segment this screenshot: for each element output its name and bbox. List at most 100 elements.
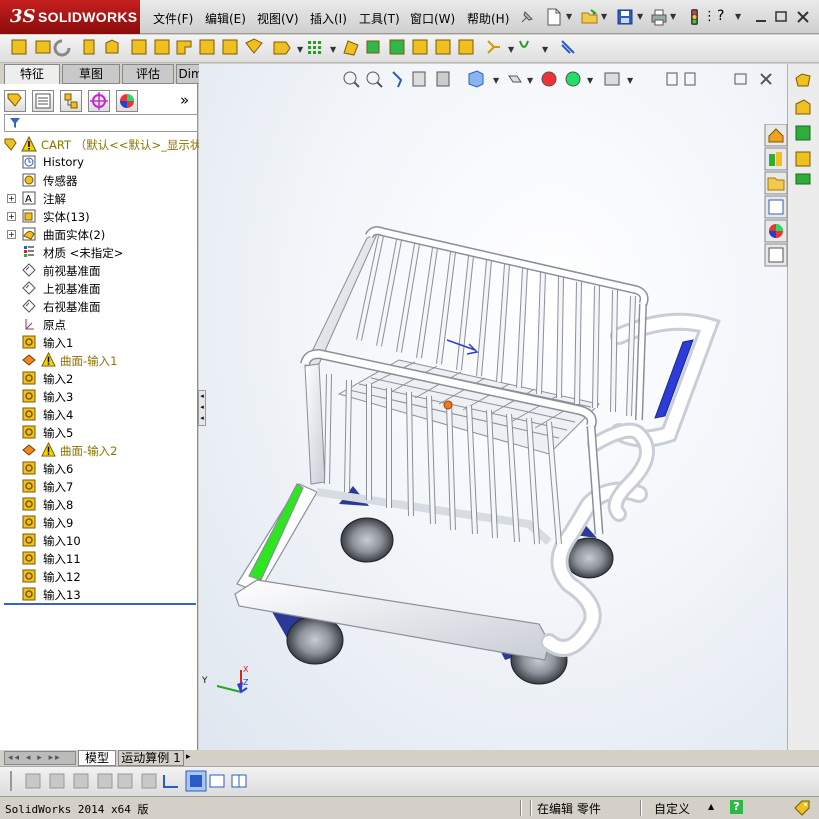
menu-insert[interactable]: 插入(I) [310,10,347,27]
bottom-toolbar-icons[interactable] [0,767,280,797]
tree-item[interactable]: 输入10 [0,531,198,549]
solidworks-logo[interactable]: 3S SOLIDWORKS [0,0,140,34]
tree-item[interactable]: 曲面-输入2 [0,441,198,459]
panel-expand-icon[interactable]: » [180,91,189,109]
expand-icon[interactable]: + [7,230,16,239]
rollback-bar[interactable] [4,603,196,605]
tree-item[interactable]: 输入1 [0,333,198,351]
feature-tree-icon [7,93,22,107]
tree-item[interactable]: History [0,153,198,171]
chevron-down-icon[interactable]: ▼ [566,12,572,21]
help-question-icon[interactable]: ? [717,8,724,24]
options-icon[interactable]: ⋮ [703,9,716,24]
filter-icon[interactable] [9,117,21,129]
tree-item-label: 输入4 [43,408,74,422]
intersect-icon [435,39,451,55]
chevron-down-icon: ▼ [542,45,549,54]
save-icon[interactable] [616,8,634,26]
tree-item-label: 输入13 [43,588,81,602]
help-icon[interactable]: ? [730,800,743,814]
feature-manager-tab[interactable] [4,90,26,112]
plane-icon [22,263,36,277]
tree-item[interactable]: 输入3 [0,387,198,405]
tree-item[interactable]: 曲面-输入1 [0,351,198,369]
menu-tools[interactable]: 工具(T) [359,10,400,27]
expand-icon[interactable]: + [7,212,16,221]
tab-motion-study[interactable]: 运动算例 1 [118,750,184,766]
chevron-down-icon[interactable]: ▼ [670,12,676,21]
tree-item-label: 输入9 [43,516,74,530]
tree-item[interactable]: 输入12 [0,567,198,585]
close-icon[interactable] [794,8,812,26]
solid-bodies-icon [22,209,36,223]
chevron-down-icon[interactable]: ▼ [735,12,741,21]
tree-item-label: 输入10 [43,534,81,548]
new-document-icon[interactable] [545,8,563,26]
tree-item[interactable]: 输入11 [0,549,198,567]
chevron-down-icon[interactable]: ▼ [601,12,607,21]
rebuild-icon[interactable] [686,8,704,26]
import-icon [22,533,36,547]
pattern-icon [308,41,321,54]
tab-evaluate[interactable]: 评估 [122,64,174,84]
tab-sketch[interactable]: 草图 [62,64,120,84]
panel-splitter-handle[interactable]: ◂ ◂ ◂ [198,390,206,426]
task-pane-tabs[interactable] [764,124,788,274]
expand-icon[interactable]: + [7,194,16,203]
pin-icon[interactable] [518,8,536,26]
menu-help[interactable]: 帮助(H) [467,10,509,27]
chevron-down-icon[interactable]: ▼ [637,12,643,21]
status-units[interactable]: 自定义 [654,800,690,817]
feature-tree-filter[interactable] [4,114,198,132]
tree-item[interactable]: 右视基准面 [0,297,198,315]
tree-item[interactable]: + A 注解 [0,189,198,207]
tree-root-part[interactable]: CART （默认<<默认>_显示状态 [0,135,213,153]
tree-item-label: 注解 [43,192,66,206]
tree-item[interactable]: 输入5 [0,423,198,441]
tree-item[interactable]: 材质 <未指定> [0,243,198,261]
tag-icon[interactable] [793,799,811,817]
boundary-cut-icon [245,38,263,54]
display-manager-tab[interactable] [116,90,138,112]
tree-item[interactable]: 输入8 [0,495,198,513]
tree-item-label: 输入5 [43,426,74,440]
tab-scroll-right-icon[interactable]: ▸ [186,750,198,766]
menu-edit[interactable]: 编辑(E) [205,10,246,27]
tree-item[interactable]: 输入6 [0,459,198,477]
tree-item[interactable]: + 曲面实体(2) [0,225,198,243]
feature-toolbar-icons[interactable]: ▼ ▼ ▼ ▼ [0,35,819,63]
tree-item[interactable]: 传感器 [0,171,198,189]
minimize-icon[interactable] [752,8,770,26]
restore-icon[interactable] [772,8,790,26]
tree-item[interactable]: 输入13 [0,585,198,603]
tree-item[interactable]: + 实体(13) [0,207,198,225]
menu-view[interactable]: 视图(V) [257,10,299,27]
menu-window[interactable]: 窗口(W) [410,10,455,27]
ds-logo-mark: 3S [10,6,36,27]
tree-item[interactable]: 输入4 [0,405,198,423]
configuration-manager-tab[interactable] [60,90,82,112]
import-icon [22,497,36,511]
task-pane-icons[interactable] [788,64,819,274]
property-manager-tab[interactable] [32,90,54,112]
open-folder-icon[interactable] [581,8,599,26]
tree-item[interactable]: 输入7 [0,477,198,495]
menu-file[interactable]: 文件(F) [153,10,193,27]
tab-model[interactable]: 模型 [78,750,116,766]
tab-scroll-arrows[interactable]: ◂◂ ◂ ▸ ▸▸ [4,751,76,765]
print-icon[interactable] [650,8,668,26]
tree-item[interactable]: 输入9 [0,513,198,531]
graphics-viewport[interactable]: ▼ ▼ ▼ ▼ Y X Z [199,64,787,751]
tree-item[interactable]: 上视基准面 [0,279,198,297]
import-icon [22,551,36,565]
tree-item[interactable]: 前视基准面 [0,261,198,279]
tree-item[interactable]: 输入2 [0,369,198,387]
dimxpert-manager-tab[interactable] [88,90,110,112]
cart-3d-model[interactable] [199,64,787,751]
tree-item[interactable]: 原点 [0,315,198,333]
tab-features[interactable]: 特征 [4,64,60,85]
import-icon [22,515,36,529]
swept-cut-icon [199,39,215,55]
chevron-up-icon[interactable]: ▲ [708,802,714,811]
property-manager-icon [35,93,51,109]
